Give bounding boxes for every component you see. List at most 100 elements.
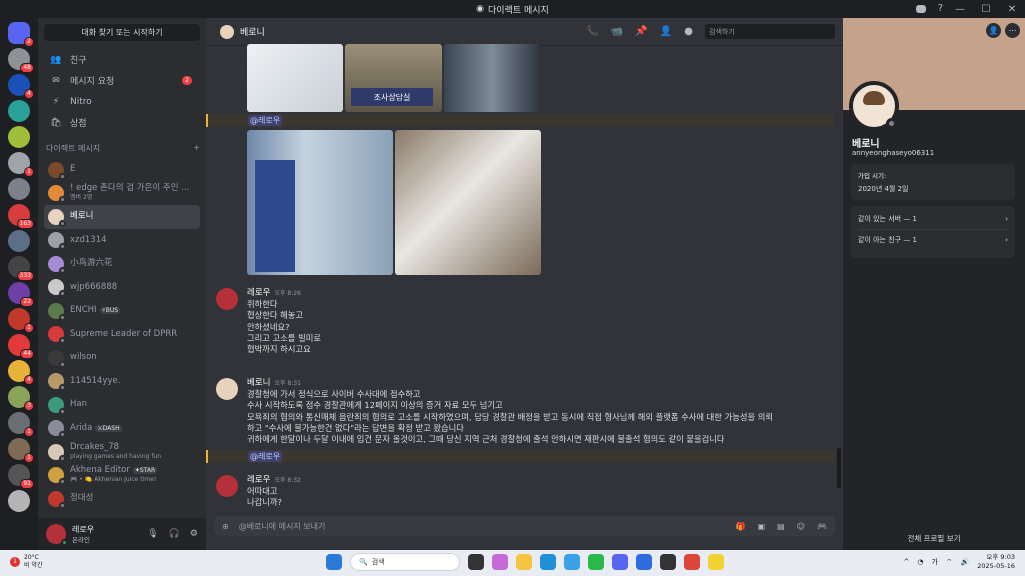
add-attachment-icon[interactable]: ⊕	[222, 522, 229, 531]
scrollbar[interactable]	[837, 448, 841, 488]
dm-item[interactable]: Han	[44, 393, 200, 417]
discord-taskbar-icon[interactable]	[612, 554, 628, 570]
copilot-icon[interactable]	[492, 554, 508, 570]
attachment-image[interactable]	[444, 44, 540, 112]
chrome-icon[interactable]	[684, 554, 700, 570]
server-icon[interactable]: 91	[8, 464, 34, 489]
server-icon[interactable]: 1	[8, 308, 34, 333]
gift-icon[interactable]: 🎁	[736, 522, 746, 531]
app-icon[interactable]	[636, 554, 652, 570]
avatar[interactable]	[216, 288, 238, 310]
add-friend-icon[interactable]: 👤	[660, 26, 672, 37]
server-icon[interactable]: 48	[8, 48, 34, 73]
message-author[interactable]: 베로니	[247, 378, 270, 388]
find-conversation-button[interactable]: 대화 찾기 또는 시작하기	[44, 24, 200, 41]
app-icon[interactable]	[660, 554, 676, 570]
attachment-image[interactable]	[395, 130, 541, 275]
chevron-up-icon[interactable]: ^	[903, 558, 909, 566]
server-icon[interactable]	[8, 230, 30, 252]
message-author[interactable]: 레로우	[247, 475, 270, 485]
server-icon[interactable]: 22	[8, 282, 34, 307]
message-author[interactable]: 레로우	[247, 288, 270, 298]
server-icon[interactable]: 163	[8, 204, 34, 229]
help-icon[interactable]: ?	[938, 3, 943, 15]
message-composer[interactable]: ⊕ @베로니에 메시지 보내기 🎁 ▣ ▤ ☺ 🎮	[214, 516, 835, 536]
inbox-icon[interactable]	[915, 5, 926, 13]
mention-tag[interactable]: @레로우	[248, 451, 283, 462]
dm-item[interactable]: wilson	[44, 346, 200, 370]
app-icon[interactable]	[588, 554, 604, 570]
server-icon[interactable]: 1	[8, 438, 34, 463]
dm-item[interactable]: Arida ⚔DASH	[44, 417, 200, 441]
dm-item[interactable]: 小鸟游六花	[44, 252, 200, 276]
game-icon[interactable]: 🎮	[817, 522, 827, 531]
voice-call-icon[interactable]: 📞	[586, 26, 598, 37]
server-icon[interactable]: 1	[8, 412, 34, 437]
server-icon[interactable]: 1	[8, 152, 34, 177]
attachment-image[interactable]	[247, 130, 393, 275]
kakaotalk-icon[interactable]	[708, 554, 724, 570]
task-view-icon[interactable]	[468, 554, 484, 570]
server-icon[interactable]	[8, 490, 30, 512]
profile-avatar[interactable]	[849, 81, 899, 131]
server-icon[interactable]: 4	[8, 360, 34, 385]
dm-item[interactable]: ENCHI ⚡BUS	[44, 299, 200, 323]
wifi-icon[interactable]: ⌔	[946, 558, 953, 567]
settings-gear-icon[interactable]: ⚙	[190, 529, 198, 539]
network-icon[interactable]: ◔	[917, 558, 923, 566]
dm-item[interactable]: 정대성	[44, 487, 200, 511]
home-button[interactable]: 2	[8, 22, 34, 47]
user-profile-icon[interactable]: ●	[684, 26, 693, 37]
nav-friends[interactable]: 👥 친구	[44, 49, 200, 70]
mention-tag[interactable]: @레로우	[248, 115, 283, 126]
nav-message-requests[interactable]: ✉ 메시지 요청 2	[44, 70, 200, 91]
server-icon[interactable]	[8, 100, 30, 122]
minimize-button[interactable]: —	[947, 4, 973, 15]
headphones-icon[interactable]: 🎧	[169, 529, 180, 539]
video-call-icon[interactable]: 📹	[611, 26, 623, 37]
avatar[interactable]	[220, 24, 234, 39]
create-dm-button[interactable]: +	[193, 143, 200, 154]
more-options-icon[interactable]: ⋯	[1005, 23, 1020, 38]
weather-widget[interactable]: 1 20°C 비 약간	[10, 554, 42, 570]
server-icon[interactable]: 333	[8, 256, 34, 281]
view-full-profile-link[interactable]: 전체 프로필 보기	[843, 533, 1025, 544]
gif-icon[interactable]: ▣	[758, 522, 766, 531]
maximize-button[interactable]: ☐	[973, 4, 999, 15]
dm-item[interactable]: E	[44, 158, 200, 182]
file-explorer-icon[interactable]	[516, 554, 532, 570]
message-input[interactable]: @베로니에 메시지 보내기	[239, 521, 326, 532]
dm-item[interactable]: 114514yye.	[44, 370, 200, 394]
edge-icon[interactable]	[540, 554, 556, 570]
nav-shop[interactable]: 🛍 상점	[44, 112, 200, 133]
mutual-friends-row[interactable]: 같이 아는 친구 — 1 ›	[858, 229, 1008, 250]
server-icon[interactable]	[8, 178, 30, 200]
store-icon[interactable]	[564, 554, 580, 570]
nav-nitro[interactable]: ⚡ Nitro	[44, 91, 200, 112]
dm-item[interactable]: wjp666888	[44, 276, 200, 300]
ime-indicator[interactable]: 가	[931, 557, 937, 567]
server-icon[interactable]: 4	[8, 74, 34, 99]
avatar[interactable]	[46, 524, 68, 546]
close-button[interactable]: ✕	[999, 4, 1025, 15]
dm-item[interactable]: Drcakes_78 playing games and having fun	[44, 440, 200, 464]
dm-item[interactable]: xzd1314	[44, 229, 200, 253]
mutual-servers-row[interactable]: 같이 있는 서버 — 1 ›	[858, 208, 1008, 229]
add-friend-icon[interactable]: 👤	[986, 23, 1001, 38]
pin-icon[interactable]: 📌	[635, 26, 647, 37]
server-icon[interactable]	[8, 126, 30, 148]
server-icon[interactable]: 44	[8, 334, 34, 359]
avatar[interactable]	[216, 378, 238, 400]
avatar[interactable]	[216, 475, 238, 497]
attachment-image[interactable]: 조사상담실	[345, 44, 442, 112]
volume-icon[interactable]: 🔊	[961, 558, 970, 566]
attachment-image[interactable]	[247, 44, 343, 112]
dm-item[interactable]: ! edge 촌다의 검 가은이 주인 ... 멤버 2명	[44, 182, 200, 206]
search-input[interactable]: 검색하기	[705, 24, 835, 39]
clock[interactable]: 오후 9:03 2025-05-16	[977, 553, 1015, 571]
dm-item[interactable]: 베로니	[44, 205, 200, 229]
sticker-icon[interactable]: ▤	[777, 522, 785, 531]
taskbar-search[interactable]: 🔍 검색	[350, 553, 460, 571]
microphone-icon[interactable]: 🎙	[147, 529, 158, 539]
emoji-icon[interactable]: ☺	[797, 522, 805, 531]
